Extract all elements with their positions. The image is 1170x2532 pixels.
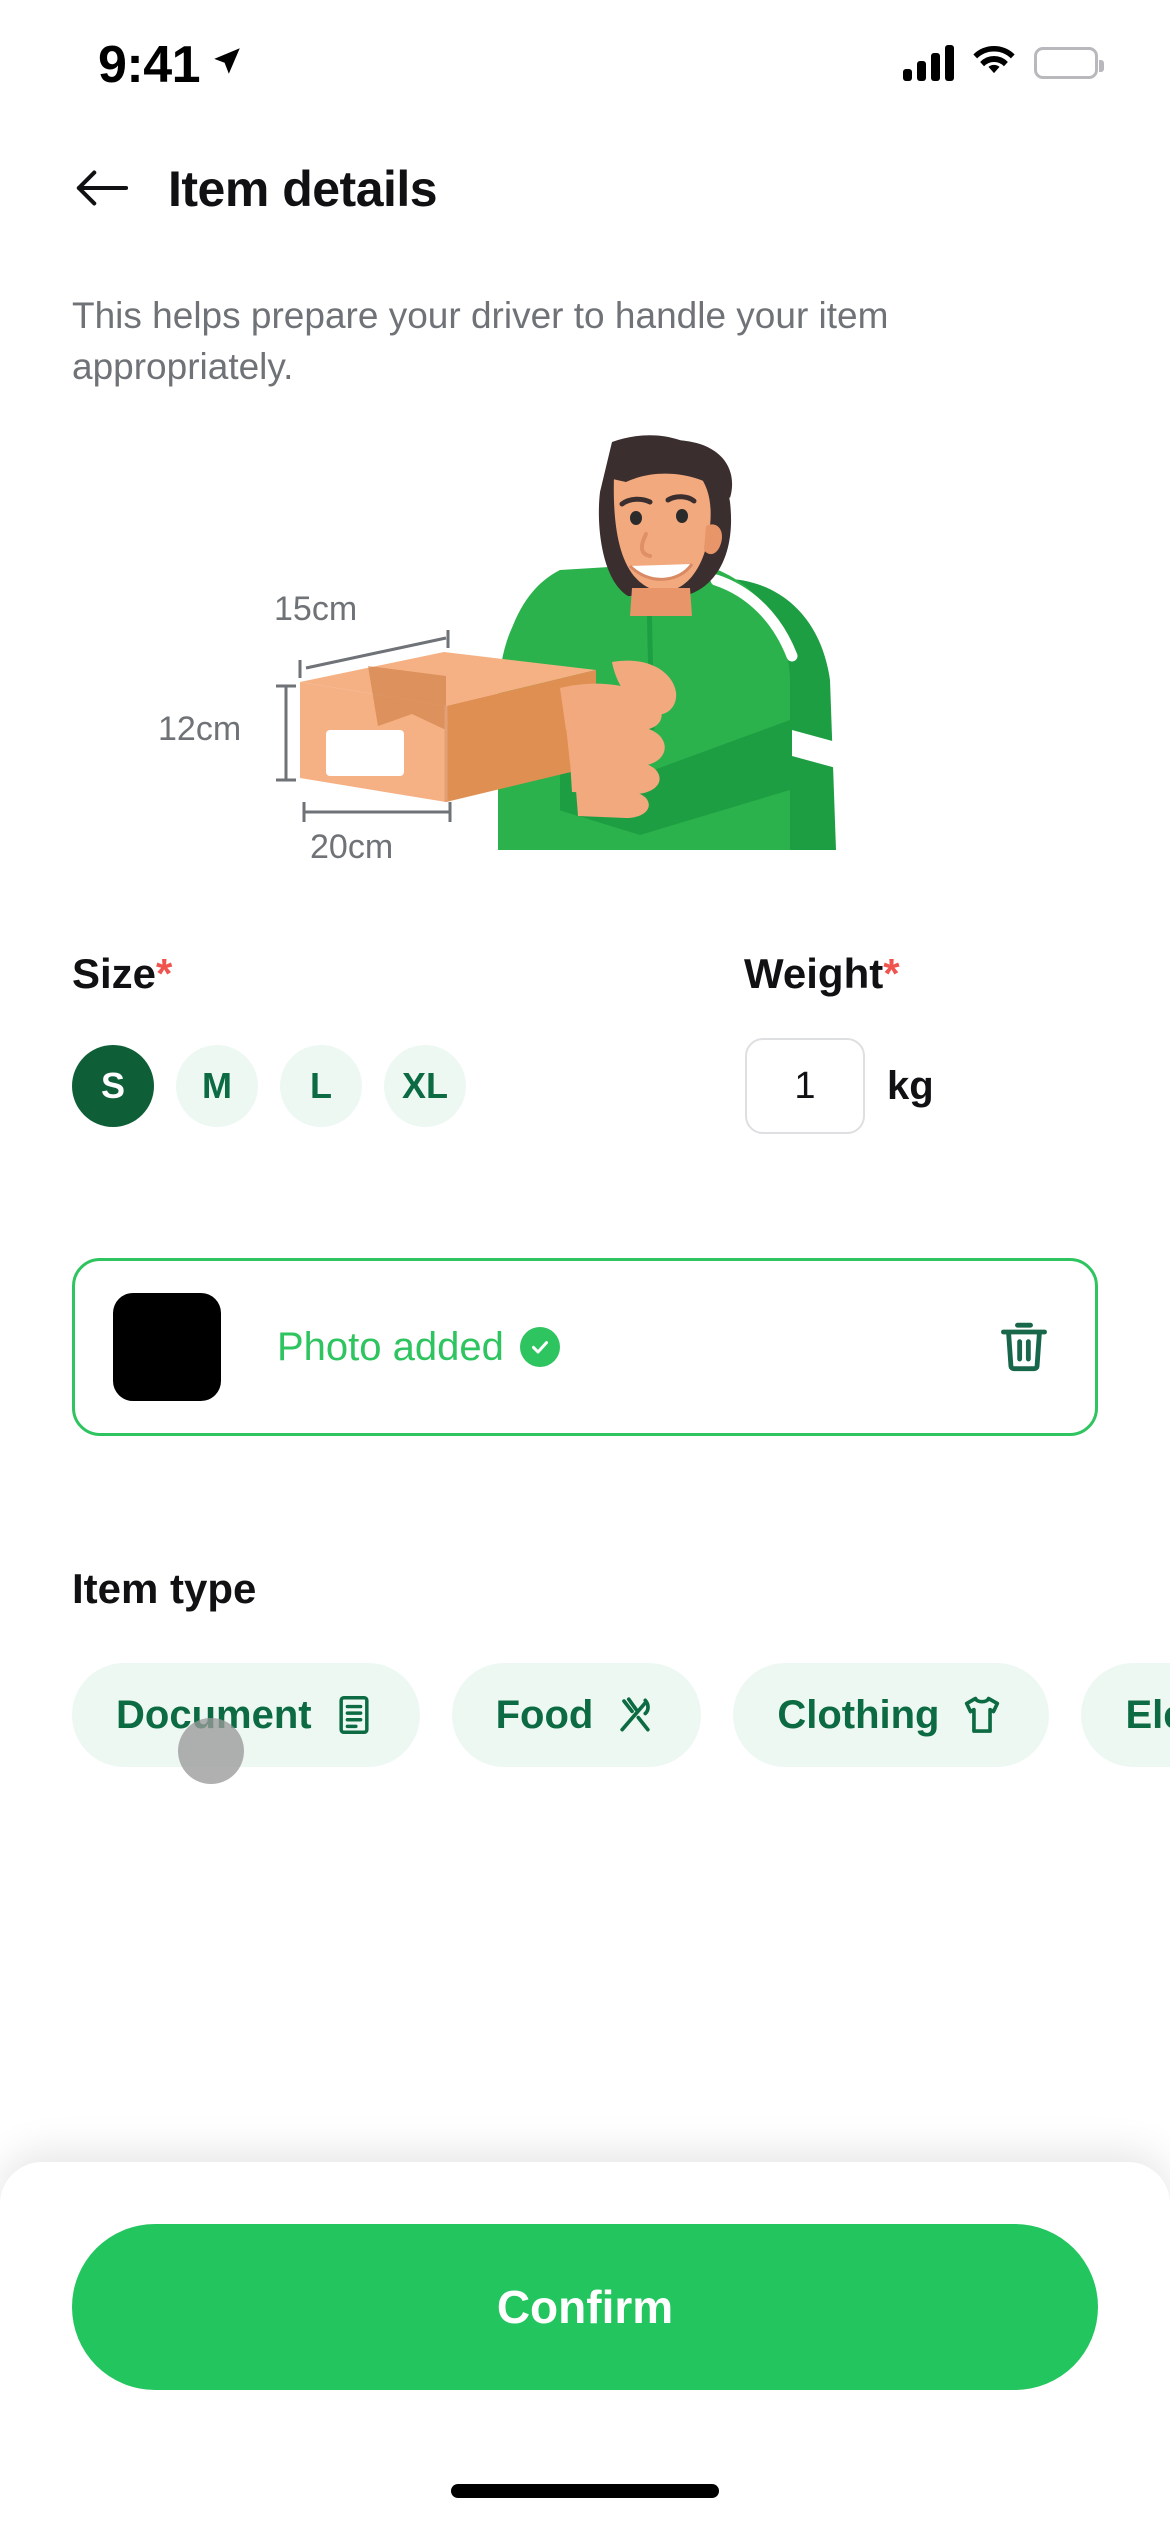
field-labels-row: Size* Weight* — [0, 950, 1170, 998]
size-label: Size — [72, 950, 157, 997]
item-type-label: Item type — [72, 1565, 257, 1612]
photo-thumbnail[interactable] — [113, 1293, 221, 1401]
confirm-button[interactable]: Confirm — [72, 2224, 1098, 2390]
tshirt-icon — [959, 1692, 1005, 1738]
weight-label-wrap: Weight* — [744, 950, 900, 998]
item-type-chip-clothing-label: Clothing — [777, 1692, 940, 1737]
cutlery-icon — [613, 1693, 657, 1737]
check-circle-icon — [519, 1327, 560, 1367]
home-indicator — [451, 2484, 719, 2498]
status-time: 9:41 — [98, 35, 201, 94]
size-option-l[interactable]: L — [280, 1045, 362, 1127]
item-type-chip-food-label: Food — [495, 1692, 594, 1737]
courier-holding-package-illustration: 15cm 12cm 20cm — [0, 430, 1170, 900]
photo-status-group: Photo added — [277, 1325, 991, 1370]
size-option-s[interactable]: S — [72, 1045, 154, 1127]
item-details-screen: 9:41 Item details This helps prepare you… — [0, 0, 1170, 2532]
page-header: Item details — [0, 160, 1170, 218]
weight-input-row: kg — [745, 1038, 934, 1134]
item-type-chip-food[interactable]: Food — [451, 1663, 702, 1767]
status-bar: 9:41 — [0, 0, 1170, 125]
dimension-label-height: 12cm — [158, 710, 241, 748]
weight-required-asterisk: * — [883, 950, 900, 997]
wifi-icon — [972, 44, 1016, 81]
dimension-label-width: 20cm — [310, 828, 393, 866]
dimension-label-depth: 15cm — [274, 590, 357, 628]
page-subtitle: This helps prepare your driver to handle… — [72, 295, 889, 388]
size-option-m[interactable]: M — [176, 1045, 258, 1127]
size-required-asterisk: * — [156, 950, 173, 997]
status-bar-right — [903, 44, 1104, 81]
trash-icon — [995, 1317, 1053, 1378]
bottom-action-bar: Confirm — [0, 2162, 1170, 2532]
document-icon — [332, 1693, 376, 1737]
status-bar-left: 9:41 — [98, 35, 244, 91]
page-title: Item details — [168, 161, 438, 217]
weight-input[interactable] — [745, 1038, 865, 1134]
item-type-chip-document[interactable]: Document — [72, 1663, 420, 1767]
photo-status-text: Photo added — [277, 1324, 504, 1369]
cellular-signal-icon — [903, 44, 954, 81]
delete-photo-button[interactable] — [991, 1314, 1057, 1380]
weight-unit-label: kg — [887, 1063, 934, 1108]
size-label-wrap: Size* — [72, 950, 744, 998]
photo-added-card[interactable]: Photo added — [72, 1258, 1098, 1436]
size-options-row: S M L XL — [72, 1045, 466, 1127]
battery-full-icon — [1034, 46, 1104, 79]
item-type-chip-clothing[interactable]: Clothing — [733, 1663, 1050, 1767]
back-button[interactable] — [72, 160, 130, 218]
arrow-left-icon — [74, 168, 129, 211]
size-option-xl[interactable]: XL — [384, 1045, 466, 1127]
item-type-chip-electronics[interactable]: Elec — [1081, 1663, 1170, 1767]
location-arrow-icon — [210, 44, 244, 83]
weight-label: Weight — [744, 950, 884, 997]
item-type-chip-electronics-label: Elec — [1125, 1692, 1170, 1737]
touch-cursor-indicator — [178, 1718, 244, 1784]
